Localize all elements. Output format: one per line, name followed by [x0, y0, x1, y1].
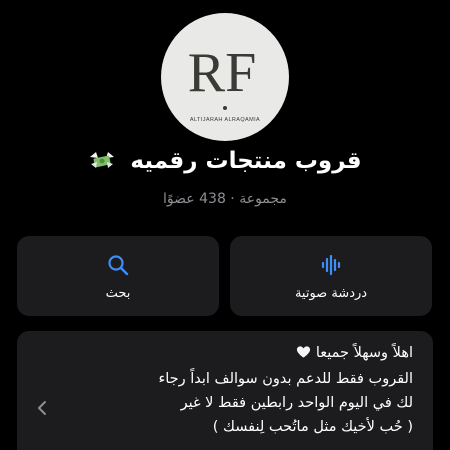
description-line-1: اهلاً وسهلاً جميعا — [73, 341, 413, 367]
rf-logo: RF ALTIJARAH ALRAQAMIA — [188, 42, 260, 123]
sound-wave-icon — [321, 254, 341, 276]
voice-chat-button-label: دردشة صوتية — [294, 286, 368, 301]
white-heart-icon — [296, 343, 311, 367]
group-info-screen: RF ALTIJARAH ALRAQAMIA قروب منتجات رقميه… — [0, 0, 450, 450]
search-button-label: بحث — [105, 286, 131, 301]
search-icon — [108, 255, 129, 276]
group-member-count: مجموعة · 438 عضوًا — [163, 191, 287, 207]
voice-chat-button[interactable]: دردشة صوتية — [230, 236, 432, 316]
money-with-wings-icon — [88, 149, 116, 177]
group-title: قروب منتجات رقميه — [0, 148, 450, 177]
group-title-text: قروب منتجات رقميه — [130, 148, 362, 174]
chevron-left-icon[interactable] — [37, 400, 47, 416]
group-avatar[interactable]: RF ALTIJARAH ALRAQAMIA — [161, 13, 289, 141]
description-line-2: القروب فقط للدعم بدون سوالف ابداً رجاء — [158, 371, 413, 387]
group-description-card[interactable]: اهلاً وسهلاً جميعا القروب فقط للدعم بدون… — [17, 331, 433, 450]
logo-caption: ALTIJARAH ALRAQAMIA — [190, 117, 260, 123]
description-line-3: لك في اليوم الواحد رابطين فقط لا غير — [180, 395, 413, 411]
group-description: اهلاً وسهلاً جميعا القروب فقط للدعم بدون… — [73, 341, 413, 439]
description-line-4: ( حُب لأخيك مثل ماتُحب لِنفسك ) — [212, 419, 413, 435]
search-button[interactable]: بحث — [17, 236, 219, 316]
logo-letters: RF — [188, 42, 257, 104]
